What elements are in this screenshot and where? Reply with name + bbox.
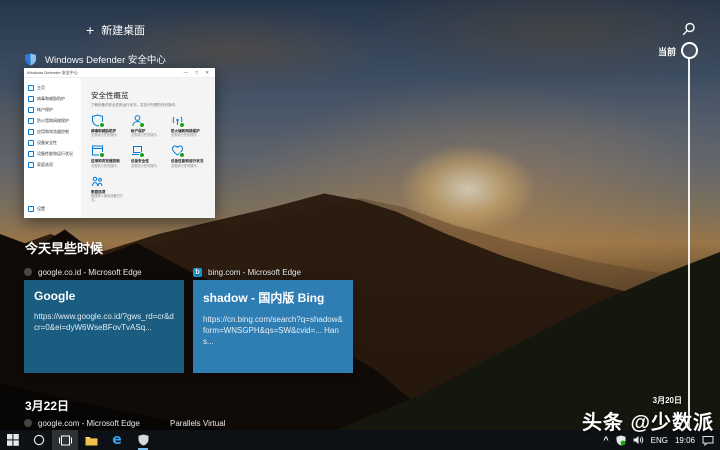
home-icon — [28, 85, 34, 91]
family-icon — [91, 175, 104, 188]
check-badge — [139, 152, 146, 159]
start-button[interactable] — [0, 430, 26, 450]
tile-virus-protection[interactable]: 病毒和威胁防护 无需执行任何操作。 — [91, 114, 129, 137]
section-earlier-today: 今天早些时候 — [25, 238, 103, 257]
tile-family-options[interactable]: 家庭选项 管理家人使用设备的方式。 — [91, 175, 129, 202]
sidebar-item-settings[interactable]: 设置 — [24, 203, 81, 214]
sidebar-item-app-browser-control[interactable]: 应用和浏览器控制 — [24, 126, 81, 137]
google-favicon — [24, 268, 32, 276]
activity-card-google[interactable]: Google https://www.google.co.id/?gws_rd=… — [24, 280, 184, 373]
security-overview-title: 安全性概览 — [91, 90, 215, 101]
security-overview-subtitle: 了解设备的安全性和运行状况，并执行所需的任何操作。 — [91, 103, 215, 108]
watermark-text: 头条 @少数派 — [582, 406, 714, 435]
card-title: shadow - 国内版 Bing — [203, 289, 343, 306]
google-favicon — [24, 419, 32, 427]
section-march-22: 3月22日 — [25, 397, 69, 414]
defender-titlebar-text: Windows Defender 安全中心 — [27, 70, 184, 76]
tile-device-performance[interactable]: 设备性能和运行状况 无需执行任何操作。 — [171, 144, 209, 167]
defender-titlebar: Windows Defender 安全中心 — □ ✕ — [24, 68, 215, 78]
defender-sidebar: 主页 病毒和威胁防护 帐户保护 防火墙和网络保护 应用和浏览器控制 设备安全性 … — [24, 78, 81, 218]
tile-firewall[interactable]: 防火墙和网络保护 无需执行任何操作。 — [171, 114, 209, 137]
volume-icon[interactable] — [633, 435, 644, 445]
check-badge — [99, 122, 106, 129]
check-badge — [139, 122, 146, 129]
timeline-current-label: 当前 — [630, 45, 676, 58]
sidebar-item-device-performance[interactable]: 设备性能和运行状况 — [24, 148, 81, 159]
tray-defender-icon[interactable] — [616, 435, 626, 446]
card-title: Google — [34, 289, 174, 303]
gear-icon — [28, 206, 34, 212]
defender-main-pane: 安全性概览 了解设备的安全性和运行状况，并执行所需的任何操作。 病毒和威胁防护 … — [81, 78, 215, 218]
person-icon — [28, 107, 34, 113]
card-source-parallels[interactable]: Parallels Virtual — [170, 417, 225, 429]
tile-app-browser-control[interactable]: 应用和浏览器控制 无需执行任何操作。 — [91, 144, 129, 167]
task-view-icon — [59, 435, 72, 446]
defender-window-label: Windows Defender 安全中心 — [24, 52, 166, 66]
sidebar-item-family-options[interactable]: 家庭选项 — [24, 159, 81, 170]
timeline-current-marker[interactable] — [681, 42, 698, 59]
check-badge — [99, 152, 106, 159]
check-badge — [179, 152, 186, 159]
edge-icon: e — [112, 433, 122, 447]
defender-shield-icon — [24, 53, 37, 66]
cortana-button[interactable] — [26, 430, 52, 450]
task-view-button[interactable] — [52, 430, 78, 450]
folder-icon — [85, 435, 98, 446]
family-icon — [28, 162, 34, 168]
timeline-date-marker: 3月20日 — [616, 395, 682, 406]
file-explorer-button[interactable] — [78, 430, 104, 450]
clock[interactable]: 19:06 — [675, 436, 695, 445]
sidebar-item-home[interactable]: 主页 — [24, 82, 81, 93]
tile-account-protection[interactable]: 帐户保护 无需执行任何操作。 — [131, 114, 169, 137]
shield-icon — [28, 96, 34, 102]
action-center-icon[interactable] — [702, 435, 714, 446]
new-desktop-button[interactable]: + 新建桌面 — [86, 22, 145, 38]
windows-logo-icon — [7, 434, 19, 446]
sidebar-item-virus-protection[interactable]: 病毒和威胁防护 — [24, 93, 81, 104]
laptop-icon — [28, 140, 34, 146]
card-source-google-coid: google.co.id - Microsoft Edge — [24, 266, 142, 278]
window-controls[interactable]: — □ ✕ — [184, 70, 213, 76]
sidebar-item-firewall[interactable]: 防火墙和网络保护 — [24, 115, 81, 126]
defender-window-preview[interactable]: Windows Defender 安全中心 — □ ✕ 主页 病毒和威胁防护 帐… — [24, 68, 215, 218]
card-source-google-com[interactable]: google.com - Microsoft Edge — [24, 417, 140, 429]
sidebar-item-account-protection[interactable]: 帐户保护 — [24, 104, 81, 115]
search-icon[interactable] — [681, 22, 696, 37]
heart-icon — [28, 151, 34, 157]
edge-button[interactable]: e — [104, 430, 130, 450]
cortana-circle-icon — [33, 434, 45, 446]
check-badge — [179, 122, 186, 129]
new-desktop-label: 新建桌面 — [101, 22, 145, 38]
security-tiles: 病毒和威胁防护 无需执行任何操作。 帐户保护 无需执行任何操作。 防火墙和网络保… — [91, 114, 211, 209]
defender-taskbar-button[interactable] — [130, 430, 156, 450]
bing-favicon: b — [193, 268, 202, 277]
app-window-icon — [28, 129, 34, 135]
plus-icon: + — [86, 25, 94, 35]
firewall-icon — [28, 118, 34, 124]
language-indicator[interactable]: ENG — [651, 436, 668, 445]
defender-shield-icon — [138, 434, 149, 446]
tile-device-security[interactable]: 设备安全性 无需执行任何操作。 — [131, 144, 169, 167]
activity-card-bing-shadow[interactable]: shadow - 国内版 Bing https://cn.bing.com/se… — [193, 280, 353, 373]
defender-app-title: Windows Defender 安全中心 — [45, 52, 166, 66]
card-url: https://cn.bing.com/search?q=shadow&form… — [203, 314, 343, 348]
card-url: https://www.google.co.id/?gws_rd=cr&dcr=… — [34, 311, 174, 333]
card-source-bing: b bing.com - Microsoft Edge — [193, 266, 301, 278]
timeline-scrollbar[interactable] — [688, 57, 690, 450]
sidebar-item-device-security[interactable]: 设备安全性 — [24, 137, 81, 148]
show-hidden-icons-button[interactable]: ^ — [603, 435, 608, 445]
